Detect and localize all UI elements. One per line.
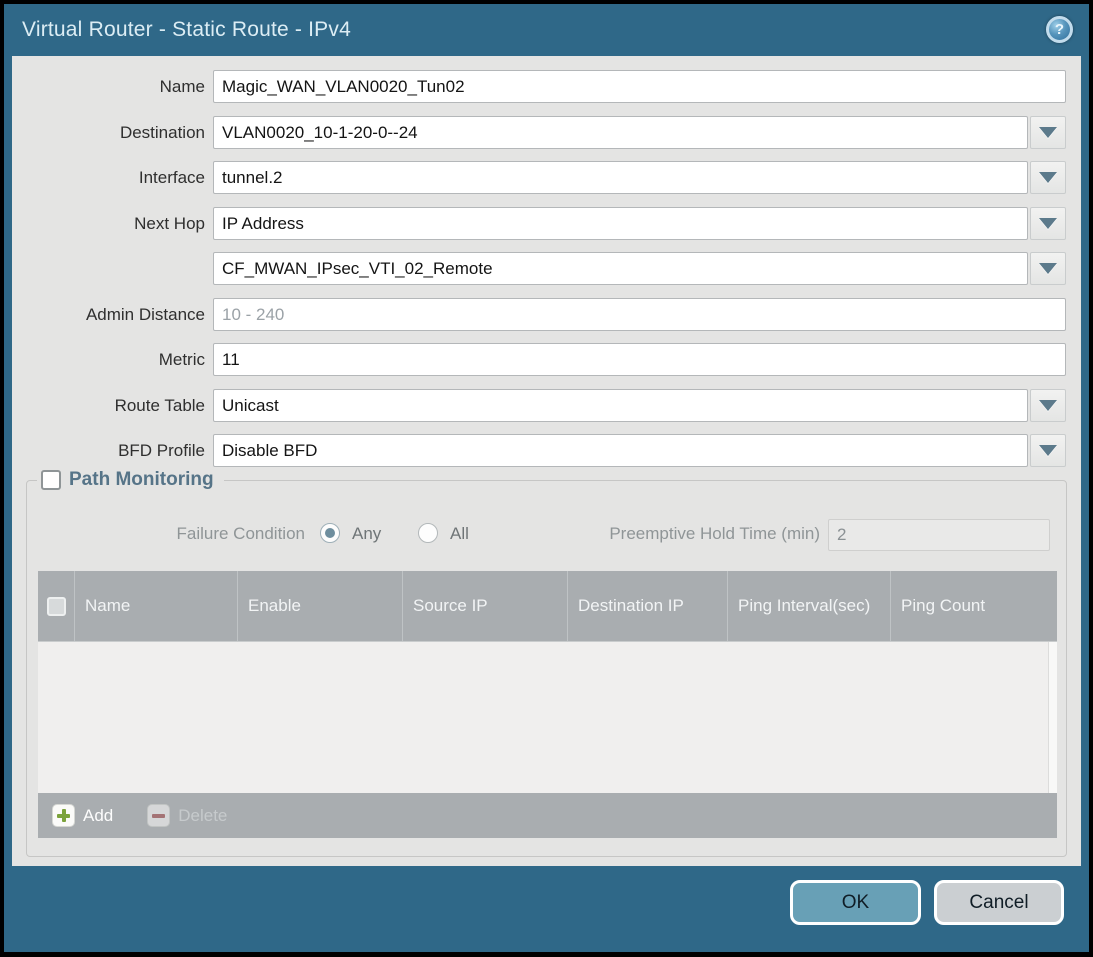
help-icon[interactable]: ? (1046, 16, 1073, 43)
column-header-enable: Enable (238, 571, 403, 641)
delete-button: Delete (147, 804, 227, 827)
column-header-destination-ip: Destination IP (568, 571, 728, 641)
static-route-dialog: Virtual Router - Static Route - IPv4 ? N… (0, 0, 1093, 957)
table-header-row: Name Enable Source IP Destination IP Pin… (38, 571, 1057, 641)
column-header-source-ip: Source IP (403, 571, 568, 641)
route-table-dropdown-button[interactable] (1030, 389, 1066, 422)
name-label: Name (12, 70, 205, 103)
cancel-button[interactable]: Cancel (934, 880, 1064, 925)
chevron-down-icon (1039, 172, 1057, 183)
failure-condition-radio-all[interactable] (418, 523, 438, 543)
table-action-bar: Add Delete (38, 793, 1057, 838)
interface-input[interactable] (213, 161, 1028, 194)
interface-dropdown-button[interactable] (1030, 161, 1066, 194)
dialog-title: Virtual Router - Static Route - IPv4 (4, 18, 351, 42)
table-body-empty (38, 641, 1057, 793)
preemptive-hold-time-input (828, 519, 1050, 551)
route-table-input[interactable] (213, 389, 1028, 422)
preemptive-hold-time-label: Preemptive Hold Time (min) (560, 524, 820, 544)
table-scrollbar[interactable] (1048, 642, 1057, 793)
dialog-chrome: Virtual Router - Static Route - IPv4 ? N… (4, 4, 1089, 952)
chevron-down-icon (1039, 218, 1057, 229)
chevron-down-icon (1039, 400, 1057, 411)
next-hop-type-dropdown-button[interactable] (1030, 207, 1066, 240)
admin-distance-label: Admin Distance (12, 298, 205, 331)
destination-input[interactable] (213, 116, 1028, 149)
next-hop-type-input[interactable] (213, 207, 1028, 240)
select-all-checkbox[interactable] (47, 597, 66, 616)
plus-icon (52, 804, 75, 827)
bfd-profile-input[interactable] (213, 434, 1028, 467)
bfd-profile-dropdown-button[interactable] (1030, 434, 1066, 467)
delete-button-label: Delete (178, 806, 227, 826)
chevron-down-icon (1039, 263, 1057, 274)
path-monitoring-table: Name Enable Source IP Destination IP Pin… (38, 571, 1057, 838)
failure-condition-all-label: All (450, 524, 469, 544)
failure-condition-any-label: Any (352, 524, 381, 544)
chevron-down-icon (1039, 127, 1057, 138)
table-header-checkbox-cell (38, 571, 75, 641)
path-monitoring-legend: Path Monitoring (37, 469, 224, 491)
dialog-content: Name Destination Interface Next Hop Admi… (12, 56, 1081, 866)
destination-label: Destination (12, 116, 205, 149)
destination-dropdown-button[interactable] (1030, 116, 1066, 149)
column-header-name: Name (75, 571, 238, 641)
next-hop-label: Next Hop (12, 207, 205, 240)
bfd-profile-label: BFD Profile (12, 434, 205, 467)
interface-label: Interface (12, 161, 205, 194)
next-hop-address-input[interactable] (213, 252, 1028, 285)
failure-condition-label: Failure Condition (130, 524, 305, 544)
chevron-down-icon (1039, 445, 1057, 456)
route-table-label: Route Table (12, 389, 205, 422)
failure-condition-radio-any[interactable] (320, 523, 340, 543)
column-header-ping-interval: Ping Interval(sec) (728, 571, 891, 641)
metric-label: Metric (12, 343, 205, 376)
path-monitoring-checkbox[interactable] (41, 470, 61, 490)
admin-distance-input[interactable] (213, 298, 1066, 331)
add-button-label: Add (83, 806, 113, 826)
column-header-ping-count: Ping Count (891, 571, 1057, 641)
metric-input[interactable] (213, 343, 1066, 376)
next-hop-address-dropdown-button[interactable] (1030, 252, 1066, 285)
ok-button[interactable]: OK (790, 880, 921, 925)
add-button[interactable]: Add (52, 804, 113, 827)
name-input[interactable] (213, 70, 1066, 103)
minus-icon (147, 804, 170, 827)
path-monitoring-title: Path Monitoring (69, 469, 214, 491)
dialog-titlebar: Virtual Router - Static Route - IPv4 ? (4, 4, 1089, 56)
